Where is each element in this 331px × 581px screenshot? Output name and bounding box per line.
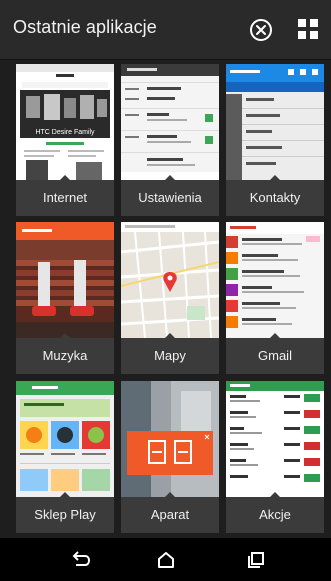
internet-headline: HTC Desire Family <box>35 129 95 136</box>
recent-app-card-ustawienia[interactable]: Ustawienia <box>121 64 219 216</box>
app-label-mapy: Mapy <box>121 338 219 374</box>
app-label-aparat: Aparat <box>121 497 219 533</box>
recent-app-card-muzyka[interactable]: Muzyka <box>16 222 114 374</box>
home-icon[interactable] <box>154 548 178 572</box>
recent-apps-header: Ostatnie aplikacje <box>0 0 331 60</box>
recent-app-card-aparat[interactable]: Aparat <box>121 381 219 533</box>
recent-app-card-sklep-play[interactable]: Sklep Play <box>16 381 114 533</box>
app-label-akcje: Akcje <box>226 497 324 533</box>
play-store-thumbnail <box>16 381 114 497</box>
recents-icon[interactable] <box>244 548 268 572</box>
recent-app-card-mapy[interactable]: Mapy <box>121 222 219 374</box>
htc-website-thumbnail: HTC Desire Family <box>16 64 114 180</box>
recent-app-card-internet[interactable]: HTC Desire Family Internet <box>16 64 114 216</box>
app-label-ustawienia: Ustawienia <box>121 180 219 216</box>
close-circle-icon[interactable] <box>249 18 273 42</box>
back-icon[interactable] <box>68 548 92 572</box>
gmail-thumbnail <box>226 222 324 338</box>
map-thumbnail <box>121 222 219 338</box>
contacts-thumbnail <box>226 64 324 180</box>
app-label-gmail: Gmail <box>226 338 324 374</box>
app-label-internet: Internet <box>16 180 114 216</box>
stocks-thumbnail <box>226 381 324 497</box>
recent-app-card-akcje[interactable]: Akcje <box>226 381 324 533</box>
recent-app-card-gmail[interactable]: Gmail <box>226 222 324 374</box>
camera-thumbnail <box>121 381 219 497</box>
app-label-sklep-play: Sklep Play <box>16 497 114 533</box>
navigation-bar <box>0 538 331 581</box>
recent-app-card-kontakty[interactable]: Kontakty <box>226 64 324 216</box>
recent-apps-grid: HTC Desire Family Internet Ustawienia Ko… <box>0 60 331 538</box>
settings-thumbnail <box>121 64 219 180</box>
app-label-kontakty: Kontakty <box>226 180 324 216</box>
music-thumbnail <box>16 222 114 338</box>
page-title: Ostatnie aplikacje <box>13 17 157 37</box>
app-label-muzyka: Muzyka <box>16 338 114 374</box>
app-grid-icon[interactable] <box>297 18 319 40</box>
